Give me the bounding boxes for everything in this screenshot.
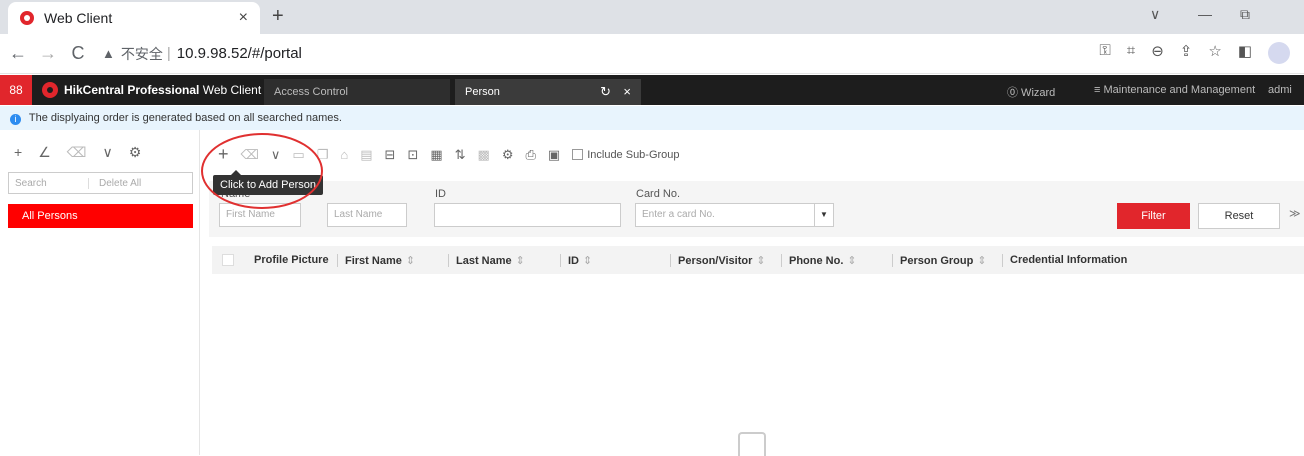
tab-access-control[interactable]: Access Control (264, 79, 450, 105)
card-no-label: Card No. (636, 188, 681, 200)
share-icon[interactable]: ⇪ (1180, 42, 1193, 64)
sidebar-icon[interactable]: ◧ (1238, 42, 1252, 64)
wizard-link[interactable]: ⓪ Wizard (1007, 84, 1055, 100)
close-icon[interactable]: × (623, 79, 631, 105)
tab-search-chevron-icon[interactable]: ∨ (1150, 6, 1160, 23)
zoom-icon[interactable]: ⊖ (1151, 42, 1164, 64)
browser-tab-title: Web Client (44, 10, 113, 26)
id-input[interactable] (434, 203, 621, 227)
url-text: 10.9.98.52/#/portal (176, 45, 302, 62)
id-label: ID (435, 188, 446, 200)
translate-icon[interactable]: ⌗ (1127, 42, 1135, 64)
tab-person[interactable]: Person ↻ × (455, 79, 641, 105)
close-tab-icon[interactable]: × (239, 9, 248, 27)
group-toolbar: + ∠ ⌫ ∨ ⚙ (14, 144, 141, 161)
permission-icon[interactable]: ⌂ (340, 147, 348, 162)
column-person-visitor[interactable]: Person/Visitor ⇕ (670, 254, 766, 267)
admin-menu[interactable]: admi (1268, 84, 1292, 96)
info-message: The displyaing order is generated based … (28, 112, 342, 124)
maintenance-link[interactable]: ≡ Maintenance and Management (1094, 84, 1255, 96)
back-button[interactable]: ← (6, 43, 30, 64)
group-panel: + ∠ ⌫ ∨ ⚙ Search Delete All All Persons (0, 130, 200, 455)
card-icon[interactable]: ▤ (360, 147, 372, 163)
app-top-bar: 88 HikCentral Professional Web Client Ac… (0, 75, 1304, 105)
insecure-label: 不安全 (120, 45, 163, 62)
restore-button[interactable]: ⧉ (1240, 6, 1250, 23)
edit-group-icon[interactable]: ∠ (38, 144, 51, 161)
print-icon[interactable]: ⎙ (526, 147, 536, 163)
delete-group-icon[interactable]: ⌫ (67, 144, 87, 161)
add-group-icon[interactable]: + (14, 144, 22, 161)
empty-data-icon (738, 432, 766, 456)
column-person-group[interactable]: Person Group ⇕ (892, 254, 987, 267)
select-all-checkbox[interactable] (222, 254, 234, 266)
import-icon[interactable]: ⊟ (385, 147, 396, 163)
refresh-icon[interactable]: ↻ (600, 79, 611, 105)
column-credential-information: Credential Information (1002, 254, 1127, 267)
key-icon[interactable]: ⚿ (1099, 42, 1110, 64)
browser-toolbar-icons: ⚿ ⌗ ⊖ ⇪ ☆ ◧ (1099, 42, 1290, 64)
warning-icon: ▲ (102, 46, 115, 61)
gear-icon[interactable]: ⚙ (502, 147, 514, 163)
column-phone-no[interactable]: Phone No. ⇕ (781, 254, 857, 267)
info-banner: i The displyaing order is generated base… (0, 106, 1304, 130)
include-sub-group-checkbox[interactable] (572, 149, 584, 160)
apps-grid-icon[interactable]: 88 (0, 75, 32, 105)
group-item-all-persons[interactable]: All Persons (8, 204, 193, 228)
minimize-button[interactable]: — (1198, 6, 1212, 22)
sort-icon[interactable]: ⇅ (455, 147, 466, 163)
group-search-input[interactable]: Search (9, 177, 89, 189)
url-separator: | (166, 45, 171, 62)
browser-tab-strip: Web Client × + ∨ — ⧉ (0, 0, 1304, 34)
hikcentral-logo-icon (42, 82, 58, 98)
settings-icon[interactable]: ⚙ (129, 144, 142, 161)
column-first-name[interactable]: First Name ⇕ (337, 254, 415, 267)
more-dropdown-icon[interactable]: ∨ (103, 144, 113, 161)
last-name-input[interactable]: Last Name (327, 203, 407, 227)
filter-panel: Name First Name Last Name ID Card No. En… (209, 181, 1304, 237)
photo-icon[interactable]: ▩ (478, 147, 490, 163)
id-card-icon[interactable]: ▣ (548, 147, 560, 163)
reload-button[interactable]: C (66, 43, 90, 64)
reset-button[interactable]: Reset (1198, 203, 1280, 229)
info-icon: i (10, 114, 21, 125)
include-sub-group-label: Include Sub-Group (587, 148, 680, 161)
hikvision-favicon-icon (20, 11, 34, 25)
profile-avatar[interactable] (1268, 42, 1290, 64)
star-icon[interactable]: ☆ (1208, 42, 1221, 64)
browser-tab[interactable]: Web Client × (8, 2, 260, 34)
column-last-name[interactable]: Last Name ⇕ (448, 254, 525, 267)
card-no-input[interactable]: Enter a card No. (635, 203, 816, 227)
url-field[interactable]: ▲ 不安全 | 10.9.98.52/#/portal (102, 44, 302, 64)
person-table-header: Profile Picture First Name ⇕ Last Name ⇕ I… (212, 246, 1304, 274)
filter-button[interactable]: Filter (1117, 203, 1190, 229)
column-profile-picture: Profile Picture (254, 254, 329, 266)
expand-icon[interactable]: ≫ (1289, 207, 1301, 220)
report-icon[interactable]: ▦ (430, 147, 442, 163)
group-search: Search Delete All (8, 172, 193, 194)
card-dropdown-button[interactable]: ▼ (814, 203, 834, 227)
export-dropdown-icon[interactable]: ⊡ (407, 147, 418, 163)
delete-all-button[interactable]: Delete All (89, 178, 141, 189)
address-bar: ← → C ▲ 不安全 | 10.9.98.52/#/portal ⚿ ⌗ ⊖ … (0, 34, 1304, 74)
new-tab-button[interactable]: + (272, 5, 284, 28)
column-id[interactable]: ID ⇕ (560, 254, 592, 267)
brand-title: HikCentral Professional Web Client (64, 83, 262, 97)
forward-button[interactable]: → (36, 43, 60, 64)
annotation-circle (201, 133, 323, 209)
